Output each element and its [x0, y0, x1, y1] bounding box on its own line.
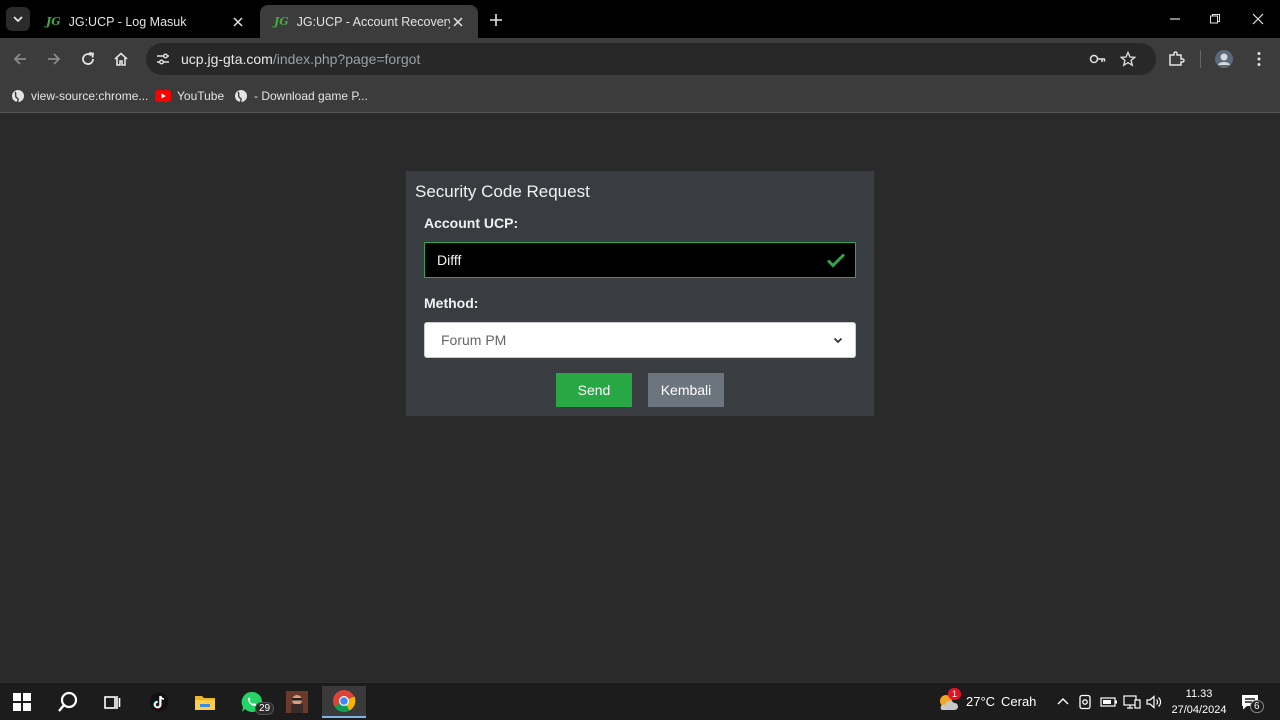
file-explorer-app[interactable] [185, 686, 225, 718]
show-hidden-icons-button[interactable] [1056, 695, 1070, 707]
weather-alert-badge: 1 [948, 688, 962, 700]
tab-title: JG:UCP - Account Recovery [296, 14, 450, 29]
plus-icon [490, 14, 502, 26]
tab-title: JG:UCP - Log Masuk [68, 14, 187, 29]
close-icon [233, 16, 243, 27]
task-view-button[interactable] [92, 686, 132, 718]
meet-now-icon[interactable] [1078, 694, 1092, 710]
profile-avatar[interactable] [1213, 48, 1235, 70]
method-selected-value: Forum PM [441, 332, 507, 348]
tab-account-recovery[interactable]: JG JG:UCP - Account Recovery [260, 5, 478, 38]
site-settings-icon[interactable] [155, 51, 171, 67]
chevron-down-icon [833, 337, 843, 344]
restore-icon [1210, 14, 1220, 24]
url-path: /index.php?page=forgot [272, 51, 421, 67]
system-clock[interactable]: 11.33 27/04/2024 [1168, 686, 1230, 718]
kembali-button[interactable]: Kembali [648, 373, 724, 407]
whatsapp-app[interactable]: 29 [232, 686, 275, 718]
valid-check-icon [826, 253, 846, 268]
home-icon [114, 52, 128, 66]
weather-temperature[interactable]: 27°C [966, 694, 995, 709]
minimize-icon [1170, 18, 1180, 20]
address-bar[interactable]: ucp.jg-gta.com/index.php?page=forgot [146, 43, 1156, 75]
bookmark-view-source[interactable]: view-source:chrome... [11, 86, 148, 106]
tab-strip: JG JG:UCP - Log Masuk JG JG:UCP - Accoun… [0, 0, 1280, 38]
password-key-icon[interactable] [1089, 51, 1107, 67]
youtube-icon [155, 90, 171, 102]
forward-button[interactable] [43, 48, 65, 70]
bookmark-star-icon[interactable] [1120, 51, 1136, 67]
jg-favicon-icon: JG [46, 15, 61, 28]
windows-taskbar: 29 1 27°C Cerah 11.33 27/04/2024 6 [0, 682, 1280, 720]
method-label: Method: [424, 295, 479, 311]
bookmark-label: - Download game P... [254, 89, 368, 103]
bookmark-label: view-source:chrome... [31, 89, 149, 103]
more-vertical-icon [1257, 52, 1261, 66]
tiktok-icon [149, 692, 169, 712]
send-button[interactable]: Send [556, 373, 632, 407]
battery-icon[interactable] [1100, 695, 1118, 709]
browser-menu-button[interactable] [1248, 48, 1270, 70]
bookmarks-bar: view-source:chrome... YouTube - Download… [0, 80, 1280, 113]
extensions-button[interactable] [1165, 48, 1187, 70]
url-text: ucp.jg-gta.com/index.php?page=forgot [181, 51, 420, 67]
url-host: ucp.jg-gta.com [181, 51, 273, 67]
reload-button[interactable] [77, 48, 99, 70]
back-button[interactable] [9, 48, 31, 70]
notification-count-badge: 6 [1250, 700, 1264, 713]
puzzle-icon [1169, 51, 1185, 66]
volume-icon[interactable] [1145, 694, 1163, 710]
account-ucp-label: Account UCP: [424, 215, 519, 231]
reload-icon [82, 52, 95, 65]
restore-button[interactable] [1205, 10, 1225, 28]
tab-close-button[interactable] [230, 14, 246, 30]
weather-description[interactable]: Cerah [1001, 694, 1036, 709]
home-button[interactable] [110, 48, 132, 70]
globe-icon [12, 90, 24, 103]
search-button[interactable] [48, 686, 88, 718]
arrow-left-icon [13, 53, 26, 65]
arrow-right-icon [48, 53, 61, 65]
chevron-up-icon [1057, 698, 1069, 705]
jg-favicon-icon: JG [274, 15, 289, 28]
page-content: Security Code Request Account UCP: Metho… [0, 114, 1280, 682]
game-app[interactable] [277, 686, 317, 718]
account-ucp-input[interactable] [424, 242, 856, 278]
tiktok-app[interactable] [139, 686, 179, 718]
bookmark-download-game[interactable]: - Download game P... [234, 86, 368, 106]
game-app-icon [286, 691, 308, 713]
globe-icon [235, 90, 247, 103]
security-code-card: Security Code Request Account UCP: Metho… [406, 171, 874, 416]
windows-logo-icon [13, 693, 31, 711]
start-button[interactable] [2, 686, 42, 718]
close-icon [1252, 13, 1264, 25]
close-window-button[interactable] [1248, 10, 1268, 28]
chevron-down-icon [13, 16, 23, 23]
minimize-button[interactable] [1165, 10, 1185, 28]
tab-search-button[interactable] [6, 7, 30, 31]
chrome-app[interactable] [322, 686, 366, 718]
network-icon[interactable] [1123, 694, 1141, 710]
tab-close-button[interactable] [450, 14, 466, 30]
method-select[interactable]: Forum PM [424, 322, 856, 358]
bookmark-youtube[interactable]: YouTube [155, 86, 224, 106]
close-icon [453, 16, 463, 27]
avatar-icon [1215, 50, 1233, 68]
tab-log-masuk[interactable]: JG JG:UCP - Log Masuk [32, 5, 258, 38]
task-view-icon [104, 696, 121, 709]
whatsapp-badge: 29 [255, 702, 275, 715]
clock-date: 27/04/2024 [1171, 704, 1227, 716]
card-title: Security Code Request [415, 182, 590, 201]
search-icon [58, 691, 78, 712]
chrome-icon [333, 690, 356, 712]
bookmark-label: YouTube [177, 89, 225, 103]
new-tab-button[interactable] [486, 10, 506, 30]
folder-icon [195, 696, 215, 710]
clock-time: 11.33 [1185, 688, 1213, 700]
browser-toolbar: ucp.jg-gta.com/index.php?page=forgot [0, 38, 1280, 80]
